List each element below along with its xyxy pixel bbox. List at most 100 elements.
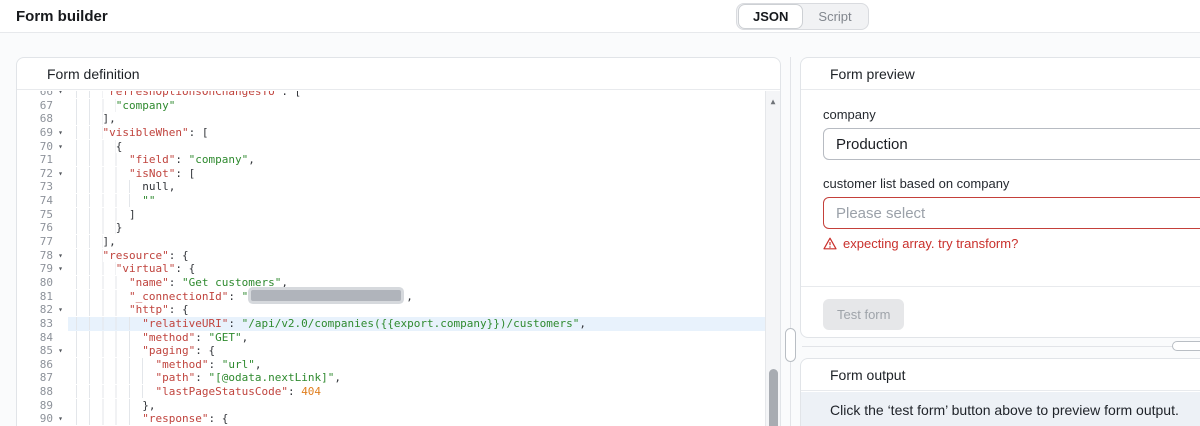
form-preview-footer: Test form: [801, 286, 1200, 337]
line-number: 84: [39, 330, 53, 344]
line-number: 67: [39, 98, 53, 112]
fold-arrow-icon[interactable]: ▾: [53, 303, 68, 317]
code-line-77[interactable]: 77 ],: [17, 235, 780, 249]
company-input[interactable]: [823, 128, 1200, 160]
form-output-body: Click the ‘test form’ button above to pr…: [801, 392, 1200, 426]
json-code-editor[interactable]: 66 ▾ "refreshOptionsOnChangesTo": [67 "co…: [17, 91, 780, 426]
line-number: 73: [39, 180, 53, 194]
code-text: "name": "Get customers",: [68, 275, 780, 290]
line-number: 85: [39, 344, 53, 358]
code-line-67[interactable]: 67 "company": [17, 98, 780, 113]
code-line-78[interactable]: 78 ▾ "resource": {: [17, 248, 780, 263]
code-line-86[interactable]: 86 "method": "url",: [17, 357, 780, 372]
form-preview-body: company customer list based on company P…: [801, 91, 1200, 288]
code-text: "lastPageStatusCode": 404: [68, 385, 780, 399]
code-text: "field": "company",: [68, 153, 780, 167]
code-text: "resource": {: [68, 248, 780, 263]
code-line-75[interactable]: 75 ]: [17, 207, 780, 222]
line-number: 83: [39, 316, 53, 330]
panel-resize-handle-horizontal[interactable]: [1172, 341, 1200, 351]
code-line-79[interactable]: 79 ▾ "virtual": {: [17, 262, 780, 276]
fold-arrow-icon[interactable]: ▾: [53, 140, 68, 154]
editor-scrollbar[interactable]: ▲: [765, 91, 780, 426]
code-text: "virtual": {: [68, 262, 780, 276]
form-definition-title: Form definition: [47, 65, 140, 82]
code-text: ]: [68, 207, 780, 222]
code-text: "_connectionId": ",: [68, 289, 780, 304]
code-text: "company": [68, 98, 780, 113]
top-bar: Form builder JSON Script: [0, 0, 1200, 33]
code-line-73[interactable]: 73 null,: [17, 180, 780, 194]
code-text: "isNot": [: [68, 166, 780, 181]
fold-arrow-icon[interactable]: ▾: [53, 344, 68, 358]
form-output-header: Form output: [801, 359, 1200, 391]
customer-list-error: expecting array. try transform?: [823, 236, 1200, 251]
line-number: 88: [39, 385, 53, 399]
scroll-up-arrow-icon[interactable]: ▲: [766, 98, 780, 106]
fold-arrow-icon[interactable]: ▾: [53, 412, 68, 426]
code-line-90[interactable]: 90 ▾ "response": {: [17, 412, 780, 426]
editor-scrollbar-thumb[interactable]: [769, 369, 778, 426]
tab-json[interactable]: JSON: [738, 4, 804, 29]
line-number: 90: [39, 412, 53, 426]
line-number: 89: [39, 398, 53, 412]
code-line-76[interactable]: 76 }: [17, 221, 780, 235]
company-field-label: company: [823, 107, 876, 122]
code-text: ],: [68, 235, 780, 249]
code-line-88[interactable]: 88 "lastPageStatusCode": 404: [17, 385, 780, 399]
customer-list-placeholder: Please select: [836, 204, 926, 222]
customer-list-field-label: customer list based on company: [823, 176, 1010, 191]
line-number: 82: [39, 303, 53, 317]
redacted-value: [251, 289, 402, 301]
page-title: Form builder: [16, 8, 108, 25]
form-preview-panel: Form preview company customer list based…: [800, 57, 1200, 338]
line-number: 77: [39, 235, 53, 249]
code-line-68[interactable]: 68 ],: [17, 112, 780, 126]
fold-arrow-icon[interactable]: ▾: [53, 126, 68, 140]
code-line-66[interactable]: 66 ▾ "refreshOptionsOnChangesTo": [: [17, 91, 780, 99]
code-line-89[interactable]: 89 },: [17, 398, 780, 413]
customer-list-select[interactable]: Please select: [823, 197, 1200, 229]
code-line-72[interactable]: 72 ▾ "isNot": [: [17, 166, 780, 181]
code-line-82[interactable]: 82 ▾ "http": {: [17, 303, 780, 317]
form-definition-panel: Form definition 66 ▾ "refreshOptionsOnCha…: [16, 57, 781, 426]
code-line-84[interactable]: 84 "method": "GET",: [17, 330, 780, 345]
code-text: ],: [68, 112, 780, 126]
fold-arrow-icon[interactable]: ▾: [53, 262, 68, 276]
line-number: 81: [39, 289, 53, 303]
code-text: "method": "GET",: [68, 330, 780, 345]
code-line-83[interactable]: 83 "relativeURI": "/api/v2.0/companies({…: [17, 316, 780, 331]
line-number: 70: [39, 139, 53, 153]
code-text: "paging": {: [68, 344, 780, 358]
code-line-81[interactable]: 81 "_connectionId": ",: [17, 289, 780, 304]
editor-mode-toggle: JSON Script: [736, 3, 869, 30]
code-line-74[interactable]: 74 "": [17, 194, 780, 208]
line-number: 71: [39, 153, 53, 167]
line-number: 76: [39, 221, 53, 235]
tab-script[interactable]: Script: [803, 4, 866, 29]
fold-arrow-icon[interactable]: ▾: [53, 91, 68, 99]
code-line-80[interactable]: 80 "name": "Get customers",: [17, 275, 780, 290]
fold-arrow-icon[interactable]: ▾: [53, 249, 68, 263]
code-text: "": [68, 194, 780, 208]
code-line-87[interactable]: 87 "path": "[@odata.nextLink]",: [17, 371, 780, 385]
panel-resize-handle-vertical[interactable]: [785, 328, 796, 362]
code-line-69[interactable]: 69 ▾ "visibleWhen": [: [17, 125, 780, 140]
code-text: null,: [68, 180, 780, 194]
code-line-85[interactable]: 85 ▾ "paging": {: [17, 344, 780, 358]
fold-arrow-icon[interactable]: ▾: [53, 167, 68, 181]
test-form-button[interactable]: Test form: [823, 299, 905, 330]
code-line-70[interactable]: 70 ▾ {: [17, 139, 780, 154]
code-text: },: [68, 398, 780, 413]
code-line-71[interactable]: 71 "field": "company",: [17, 153, 780, 167]
form-builder-app: Form builder JSON Script Form definition…: [0, 0, 1200, 426]
warning-triangle-icon: [823, 237, 837, 250]
